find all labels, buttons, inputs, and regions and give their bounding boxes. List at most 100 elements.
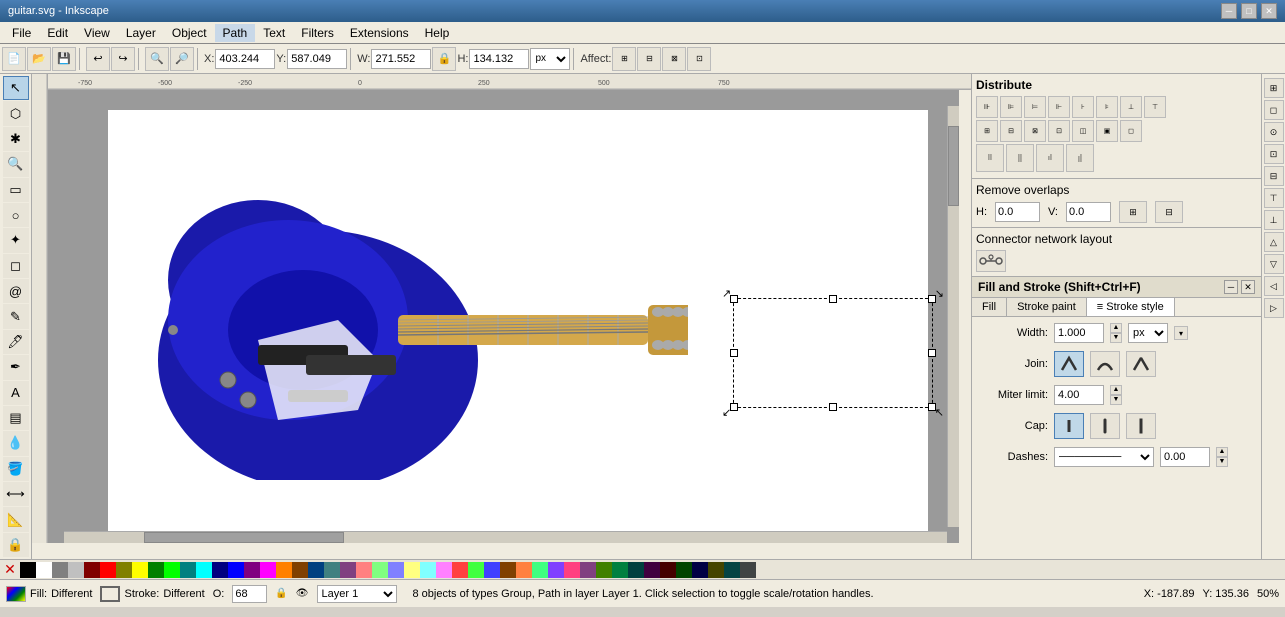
tweak-tool[interactable]: ✱ [3, 127, 29, 151]
layer-select[interactable]: Layer 1 [317, 585, 397, 603]
palette-color[interactable] [708, 562, 724, 578]
x-input[interactable] [215, 49, 275, 69]
palette-color[interactable] [564, 562, 580, 578]
side-tool-9[interactable]: ▽ [1264, 254, 1284, 274]
calligraphy-tool[interactable]: ✒ [3, 355, 29, 379]
palette-color[interactable] [596, 562, 612, 578]
menu-view[interactable]: View [76, 24, 118, 42]
dropper-tool[interactable]: 💧 [3, 431, 29, 455]
dist-btn-7[interactable]: ◻ [1120, 120, 1142, 142]
align-btn-6[interactable]: ⊧ [1096, 96, 1118, 118]
handle-r[interactable] [928, 349, 936, 357]
palette-color[interactable] [548, 562, 564, 578]
palette-color[interactable] [372, 562, 388, 578]
palette-color[interactable] [468, 562, 484, 578]
palette-color[interactable] [580, 562, 596, 578]
rotate-tr[interactable]: ↘ [935, 287, 944, 300]
connector-tool[interactable]: ⟷ [3, 482, 29, 506]
palette-color[interactable] [260, 562, 276, 578]
width-down[interactable]: ▼ [1110, 333, 1122, 343]
dist-btn-3[interactable]: ⊠ [1024, 120, 1046, 142]
menu-object[interactable]: Object [164, 24, 215, 42]
gradient-tool[interactable]: ▤ [3, 406, 29, 430]
side-tool-6[interactable]: ⊤ [1264, 188, 1284, 208]
dashes-select[interactable]: ──────── - - - - - · · · · · [1054, 447, 1154, 467]
align-btn-2[interactable]: ⊫ [1000, 96, 1022, 118]
w-input[interactable] [371, 49, 431, 69]
palette-color[interactable] [692, 562, 708, 578]
tab-stroke-style[interactable]: ≡ Stroke style [1087, 298, 1175, 316]
dashes-offset-input[interactable] [1160, 447, 1210, 467]
align-btn-7[interactable]: ⊥ [1120, 96, 1142, 118]
palette-color[interactable] [388, 562, 404, 578]
save-btn[interactable]: 💾 [52, 47, 76, 71]
side-tool-3[interactable]: ⊙ [1264, 122, 1284, 142]
palette-color[interactable] [84, 562, 100, 578]
palette-color[interactable] [340, 562, 356, 578]
side-tool-8[interactable]: △ [1264, 232, 1284, 252]
menu-layer[interactable]: Layer [118, 24, 164, 42]
join-bevel-btn[interactable] [1126, 351, 1156, 377]
open-btn[interactable]: 📂 [27, 47, 51, 71]
palette-color[interactable] [356, 562, 372, 578]
zoom-tool[interactable]: 🔍 [3, 152, 29, 176]
palette-color[interactable] [180, 562, 196, 578]
affect-3-btn[interactable]: ⊠ [662, 47, 686, 71]
palette-color[interactable] [532, 562, 548, 578]
dist-node-1[interactable]: ⠿ [976, 144, 1004, 172]
connector-layout-btn[interactable] [976, 250, 1006, 272]
dist-btn-4[interactable]: ⊡ [1048, 120, 1070, 142]
palette-color[interactable] [228, 562, 244, 578]
affect-2-btn[interactable]: ⊟ [637, 47, 661, 71]
palette-color[interactable] [452, 562, 468, 578]
palette-color[interactable] [420, 562, 436, 578]
pencil-tool[interactable]: ✎ [3, 304, 29, 328]
menu-filters[interactable]: Filters [293, 24, 342, 42]
remove-overlaps-btn[interactable]: ⊞ [1119, 201, 1147, 223]
palette-color[interactable] [516, 562, 532, 578]
vertical-scrollbar[interactable] [947, 106, 959, 527]
side-tool-10[interactable]: ◁ [1264, 276, 1284, 296]
dist-btn-5[interactable]: ◫ [1072, 120, 1094, 142]
dist-node-2[interactable]: ⣿ [1006, 144, 1034, 172]
palette-color[interactable] [292, 562, 308, 578]
rotate-bl[interactable]: ↙ [722, 406, 731, 419]
handle-t[interactable] [829, 295, 837, 303]
menu-file[interactable]: File [4, 24, 39, 42]
measure-tool[interactable]: 📐 [3, 507, 29, 531]
palette-color[interactable] [164, 562, 180, 578]
side-tool-5[interactable]: ⊟ [1264, 166, 1284, 186]
paint-bucket-tool[interactable]: 🪣 [3, 457, 29, 481]
vscroll-thumb[interactable] [948, 126, 959, 206]
lock-tool[interactable]: 🔒 [3, 533, 29, 557]
palette-color[interactable] [628, 562, 644, 578]
horizontal-scrollbar[interactable] [64, 531, 947, 543]
palette-color[interactable] [484, 562, 500, 578]
palette-color[interactable] [644, 562, 660, 578]
align-btn-8[interactable]: ⊤ [1144, 96, 1166, 118]
side-tool-2[interactable]: ◻ [1264, 100, 1284, 120]
cap-butt-btn[interactable] [1054, 413, 1084, 439]
cap-square-btn[interactable] [1126, 413, 1156, 439]
undo-btn[interactable]: ↩ [86, 47, 110, 71]
dist-btn-1[interactable]: ⊞ [976, 120, 998, 142]
palette-color[interactable] [500, 562, 516, 578]
miter-up[interactable]: ▲ [1110, 385, 1122, 395]
fill-stroke-minimize[interactable]: ─ [1224, 280, 1238, 294]
palette-color[interactable] [308, 562, 324, 578]
canvas-inner[interactable]: ↗ ↘ ↙ ↖ [48, 90, 959, 543]
affect-4-btn[interactable]: ⊡ [687, 47, 711, 71]
handle-l[interactable] [730, 349, 738, 357]
unit-select[interactable]: pxmmcmin [530, 48, 570, 70]
pen-tool[interactable]: 🖊 [3, 330, 29, 354]
join-miter-btn[interactable] [1054, 351, 1084, 377]
new-btn[interactable]: 📄 [2, 47, 26, 71]
menu-text[interactable]: Text [255, 24, 293, 42]
select-tool[interactable]: ↖ [3, 76, 29, 100]
maximize-button[interactable]: □ [1241, 3, 1257, 19]
minimize-button[interactable]: ─ [1221, 3, 1237, 19]
affect-1-btn[interactable]: ⊞ [612, 47, 636, 71]
cap-round-btn[interactable] [1090, 413, 1120, 439]
palette-color[interactable] [116, 562, 132, 578]
palette-color[interactable] [612, 562, 628, 578]
